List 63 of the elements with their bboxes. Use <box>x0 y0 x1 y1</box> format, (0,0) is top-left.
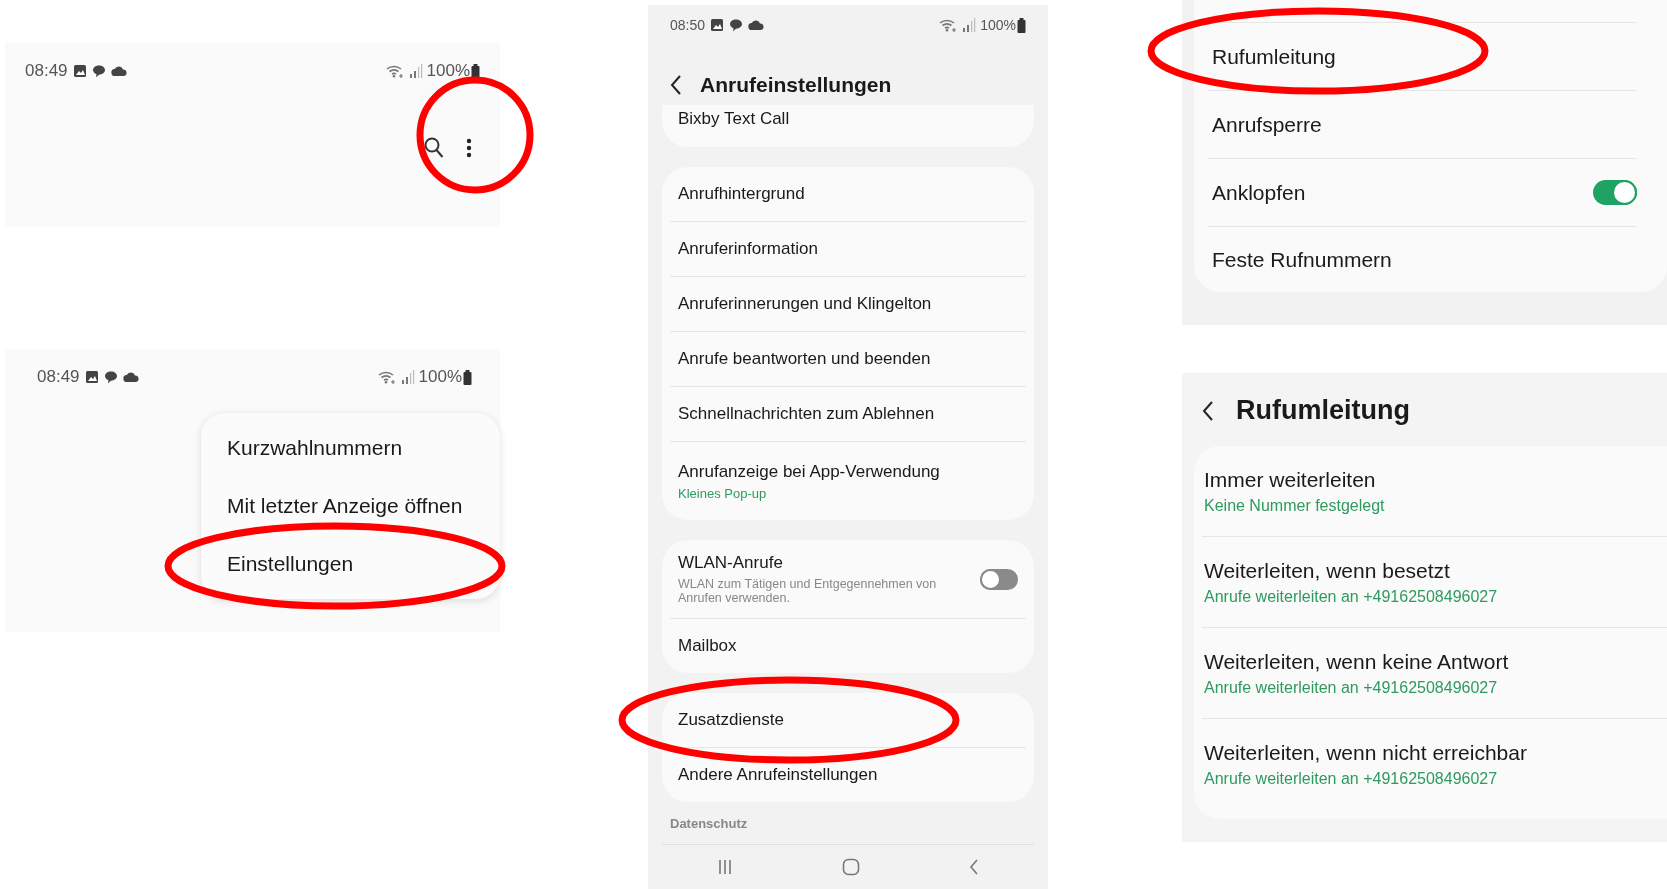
status-time: 08:49 <box>25 61 68 81</box>
screen-title: Anrufeinstellungen <box>700 73 892 97</box>
setting-label[interactable]: Anrufsperre <box>1212 112 1637 137</box>
battery-percentage: 100% <box>980 17 1016 33</box>
home-icon[interactable] <box>842 858 860 876</box>
cloud-icon <box>110 65 128 77</box>
setting-label[interactable]: Anrufanzeige bei App-Verwendung <box>678 461 1018 482</box>
setting-label[interactable]: Weiterleiten, wenn besetzt <box>1204 558 1667 583</box>
setting-label[interactable]: Weiterleiten, wenn nicht erreichbar <box>1204 740 1667 765</box>
cloud-icon <box>748 19 766 31</box>
back-icon[interactable] <box>1202 400 1214 421</box>
setting-summary: Anrufe weiterleiten an +49162508496027 <box>1204 769 1499 788</box>
setting-label[interactable]: Zusatzdienste <box>678 710 1018 730</box>
setting-summary: Kleines Pop-up <box>678 485 768 501</box>
setting-label[interactable]: Weiterleiten, wenn keine Antwort <box>1204 649 1667 674</box>
wifi-icon <box>939 18 958 32</box>
signal-icon <box>400 370 415 384</box>
battery-icon <box>463 369 472 385</box>
setting-label[interactable]: Anruferinnerungen und Klingelton <box>678 294 1018 314</box>
setting-label[interactable]: Mailbox <box>678 636 1018 656</box>
section-header: Datenschutz <box>669 816 749 831</box>
setting-label[interactable]: Immer weiterleiten <box>1204 467 1667 492</box>
gallery-icon <box>84 370 99 384</box>
screen-title: Rufumleitung <box>1236 395 1410 426</box>
wifi-icon <box>385 64 404 78</box>
status-time: 08:49 <box>37 367 80 387</box>
setting-label[interactable]: Schnellnachrichten zum Ablehnen <box>678 404 1018 424</box>
signal-icon <box>408 64 423 78</box>
setting-summary: Keine Nummer festgelegt <box>1204 496 1386 515</box>
setting-label[interactable]: Bixby Text Call <box>678 109 1018 129</box>
chat-icon <box>91 64 106 78</box>
toggle-switch[interactable] <box>980 568 1018 590</box>
battery-percentage: 100% <box>418 367 462 387</box>
setting-summary: Anrufe weiterleiten an +49162508496027 <box>1204 587 1499 606</box>
chat-icon <box>729 18 744 32</box>
setting-summary: Anrufe weiterleiten an +49162508496027 <box>1204 678 1499 697</box>
setting-label[interactable]: Feste Rufnummern <box>1212 247 1637 272</box>
wifi-icon <box>377 370 396 384</box>
setting-label[interactable]: Anrufe beantworten und beenden <box>678 349 1018 369</box>
status-time: 08:50 <box>670 17 706 33</box>
setting-label[interactable]: Anklopfen <box>1212 180 1593 205</box>
more-options-icon[interactable] <box>466 138 472 158</box>
battery-percentage: 100% <box>426 61 470 81</box>
setting-label[interactable]: Anruferinformation <box>678 239 1018 259</box>
cloud-icon <box>122 371 140 383</box>
setting-label[interactable]: Andere Anrufeinstellungen <box>678 765 1018 785</box>
back-icon[interactable] <box>670 75 682 95</box>
battery-icon <box>471 63 480 79</box>
setting-label[interactable]: WLAN-Anrufe <box>678 553 980 573</box>
menu-item[interactable]: Mit letzter Anzeige öffnen <box>201 477 500 535</box>
toggle-switch[interactable] <box>1593 180 1637 205</box>
chat-icon <box>103 370 118 384</box>
setting-label[interactable]: Rufumleitung <box>1212 44 1637 69</box>
battery-icon <box>1017 17 1026 33</box>
gallery-icon <box>710 18 725 32</box>
search-icon[interactable] <box>424 137 444 159</box>
gallery-icon <box>72 64 87 78</box>
recent-apps-icon[interactable] <box>716 859 733 875</box>
signal-icon <box>962 18 977 32</box>
menu-item[interactable]: Kurzwahlnummern <box>201 419 500 477</box>
setting-label[interactable]: Anrufhintergrund <box>678 184 1018 204</box>
menu-item[interactable]: Einstellungen <box>201 535 500 593</box>
setting-description: WLAN zum Tätigen und Entgegennehmen von Anrufen verwenden. <box>678 577 938 605</box>
